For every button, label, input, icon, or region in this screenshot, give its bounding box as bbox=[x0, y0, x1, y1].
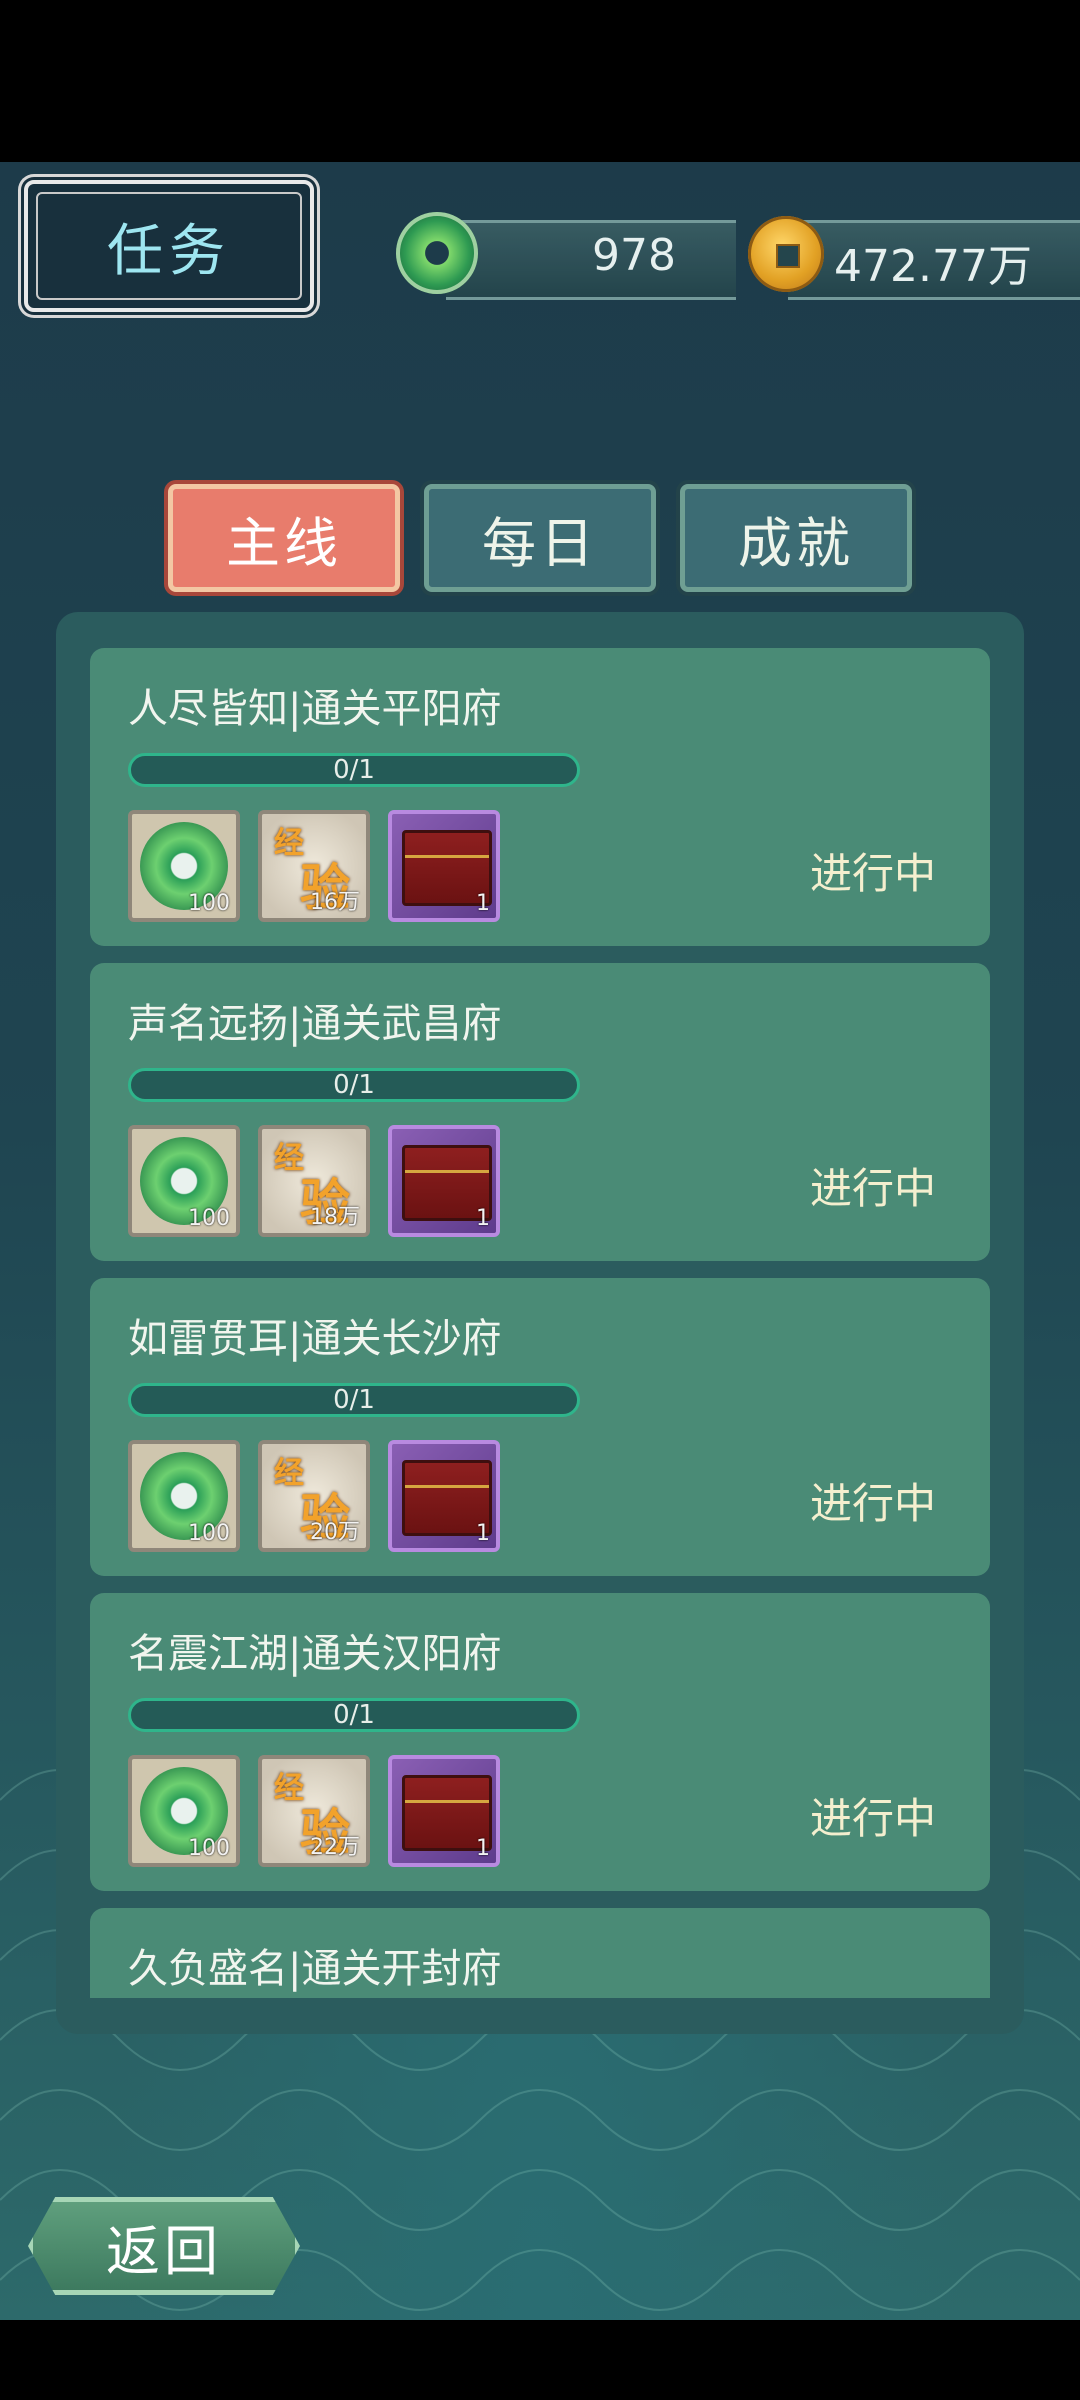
reward-jade[interactable]: 100 bbox=[128, 810, 240, 922]
reward-chest[interactable]: 1 bbox=[388, 810, 500, 922]
task-progress-text: 0/1 bbox=[333, 1385, 375, 1415]
reward-exp[interactable]: 经 验 18万 bbox=[258, 1125, 370, 1237]
reward-count: 1 bbox=[476, 891, 490, 916]
reward-count: 100 bbox=[188, 891, 230, 916]
reward-count: 16万 bbox=[310, 890, 360, 915]
reward-count: 22万 bbox=[310, 1835, 360, 1860]
task-progress-text: 0/1 bbox=[333, 1070, 375, 1100]
task-progress-text: 0/1 bbox=[333, 1700, 375, 1730]
task-title: 名震江湖|通关汉阳府 bbox=[128, 1631, 502, 1677]
tab-daily[interactable]: 每日 bbox=[424, 484, 656, 592]
reward-jade[interactable]: 100 bbox=[128, 1440, 240, 1552]
reward-jade[interactable]: 100 bbox=[128, 1755, 240, 1867]
task-list[interactable]: 人尽皆知|通关平阳府 0/1 100 经 验 16万 1 进行中 声名远扬|通关… bbox=[90, 648, 990, 1998]
reward-chest[interactable]: 1 bbox=[388, 1755, 500, 1867]
reward-chest[interactable]: 1 bbox=[388, 1125, 500, 1237]
task-card: 声名远扬|通关武昌府 0/1 100 经 验 18万 1 进行中 bbox=[90, 963, 990, 1261]
reward-count: 20万 bbox=[310, 1520, 360, 1545]
reward-exp[interactable]: 经 验 20万 bbox=[258, 1440, 370, 1552]
task-status: 进行中 bbox=[809, 849, 936, 898]
task-status: 进行中 bbox=[809, 1164, 936, 1213]
reward-count: 100 bbox=[188, 1521, 230, 1546]
copper-coin-icon bbox=[748, 216, 824, 292]
task-progress-bar: 0/1 bbox=[128, 753, 580, 787]
jade-currency: 978 bbox=[396, 212, 736, 300]
reward-count: 1 bbox=[476, 1836, 490, 1861]
tab-achievement[interactable]: 成就 bbox=[680, 484, 912, 592]
task-progress-bar: 0/1 bbox=[128, 1698, 580, 1732]
task-progress-bar: 0/1 bbox=[128, 1383, 580, 1417]
page-title-plaque: 任务 bbox=[24, 180, 314, 312]
task-title: 久负盛名|通关开封府 bbox=[128, 1946, 502, 1992]
task-screen: 任务 978 472.77万 主线 每日 成就 人尽皆知|通关平阳府 0/1 1… bbox=[0, 162, 1080, 2320]
reward-exp[interactable]: 经 验 22万 bbox=[258, 1755, 370, 1867]
reward-chest[interactable]: 1 bbox=[388, 1440, 500, 1552]
reward-count: 100 bbox=[188, 1836, 230, 1861]
task-progress-bar: 0/1 bbox=[128, 1068, 580, 1102]
reward-count: 1 bbox=[476, 1521, 490, 1546]
task-title: 人尽皆知|通关平阳府 bbox=[128, 686, 502, 732]
task-status: 进行中 bbox=[809, 1479, 936, 1528]
task-card: 人尽皆知|通关平阳府 0/1 100 经 验 16万 1 进行中 bbox=[90, 648, 990, 946]
coin-value: 472.77万 bbox=[834, 241, 1032, 292]
reward-count: 1 bbox=[476, 1206, 490, 1231]
jade-currency-bar bbox=[446, 220, 736, 300]
jade-value: 978 bbox=[592, 230, 676, 281]
task-title: 声名远扬|通关武昌府 bbox=[128, 1001, 502, 1047]
tab-main[interactable]: 主线 bbox=[168, 484, 400, 592]
task-progress-text: 0/1 bbox=[333, 755, 375, 785]
reward-exp[interactable]: 经 验 16万 bbox=[258, 810, 370, 922]
task-list-panel: 人尽皆知|通关平阳府 0/1 100 经 验 16万 1 进行中 声名远扬|通关… bbox=[56, 612, 1024, 2034]
task-status: 进行中 bbox=[809, 1794, 936, 1843]
reward-count: 100 bbox=[188, 1206, 230, 1231]
reward-count: 18万 bbox=[310, 1205, 360, 1230]
back-button[interactable]: 返回 bbox=[28, 2197, 300, 2295]
jade-icon bbox=[396, 212, 478, 294]
task-card: 如雷贯耳|通关长沙府 0/1 100 经 验 20万 1 进行中 bbox=[90, 1278, 990, 1576]
task-card: 名震江湖|通关汉阳府 0/1 100 经 验 22万 1 进行中 bbox=[90, 1593, 990, 1891]
page-title: 任务 bbox=[107, 218, 231, 284]
task-card: 久负盛名|通关开封府 bbox=[90, 1908, 990, 1998]
task-title: 如雷贯耳|通关长沙府 bbox=[128, 1316, 502, 1362]
coin-currency: 472.77万 bbox=[748, 212, 1080, 300]
reward-jade[interactable]: 100 bbox=[128, 1125, 240, 1237]
